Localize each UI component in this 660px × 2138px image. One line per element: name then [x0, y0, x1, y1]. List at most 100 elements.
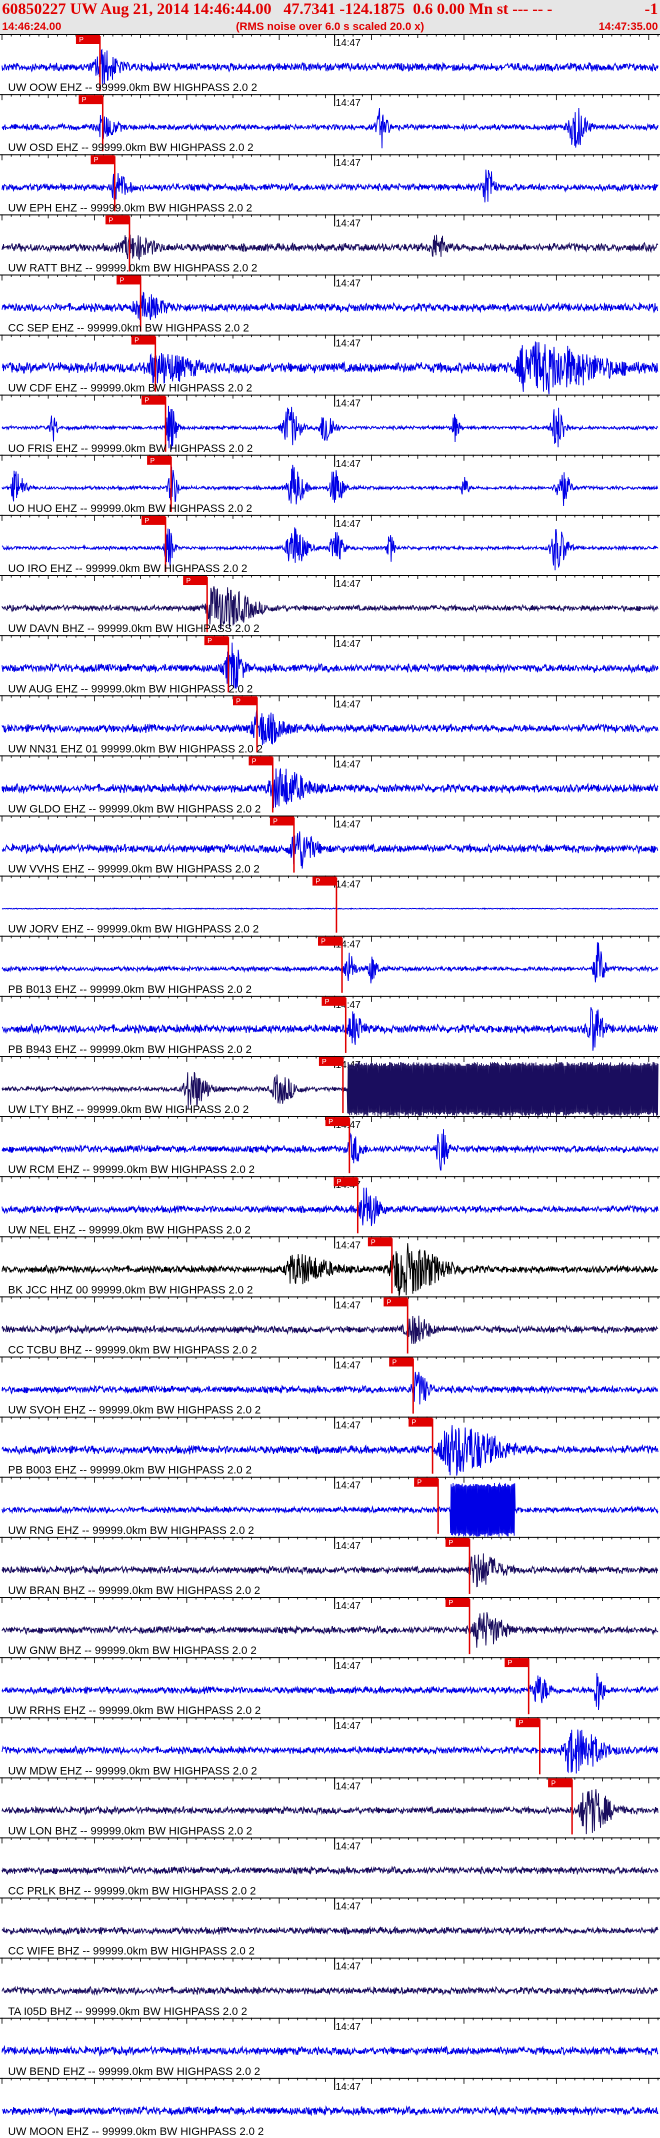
pick-label: P: [79, 37, 84, 44]
trace-label: UW RATT BHZ -- 99999.0km BW HIGHPASS 2.0…: [8, 262, 257, 274]
minute-tick-label: 14:47: [336, 819, 361, 830]
minute-tick-label: 14:47: [336, 1240, 361, 1251]
trace-row: 14:47 P UW CDF EHZ -- 99999.0km BW HIGHPAS…: [0, 334, 660, 395]
trace-label: PB B943 EHZ -- 99999.0km BW HIGHPASS 2.0…: [8, 1044, 252, 1056]
trace-label: UW OSD EHZ -- 99999.0km BW HIGHPASS 2.0 …: [8, 142, 254, 154]
minute-tick-label: 14:47: [336, 519, 361, 530]
minute-tick-label: 14:47: [336, 880, 361, 891]
minute-tick-label: 14:47: [336, 1902, 361, 1913]
minute-tick-label: 14:47: [336, 639, 361, 650]
waveform: [1, 1612, 659, 1648]
pick-label: P: [207, 638, 212, 645]
waveform: [1, 907, 658, 911]
trace-label: UW EPH EHZ -- 99999.0km BW HIGHPASS 2.0 …: [8, 202, 252, 214]
trace-label: UO FRIS EHZ -- 99999.0km BW HIGHPASS 2.0…: [8, 443, 253, 455]
pick-label: P: [325, 999, 330, 1006]
event-title: 60850227 UW Aug 21, 2014 14:46:44.00 47.…: [2, 1, 553, 18]
trace-row: 14:47 P UW DAVN BHZ -- 99999.0km BW HIGHPA…: [0, 575, 660, 635]
event-title-suffix: -1: [644, 1, 658, 18]
trace-row: 14:47 P UO IRO EHZ -- 99999.0km BW HIGHPAS…: [0, 514, 660, 575]
trace-label: UW BEND EHZ -- 99999.0km BW HIGHPASS 2.0…: [8, 2066, 260, 2078]
trace-row: 14:47 P UW NN31 EHZ 01 99999.0km BW HIGHPA…: [0, 695, 660, 755]
minute-tick-label: 14:47: [336, 98, 361, 109]
pick-label: P: [551, 1780, 556, 1787]
minute-tick-label: 14:47: [336, 1601, 361, 1612]
trace-label: CC WIFE BHZ -- 99999.0km BW HIGHPASS 2.0…: [8, 1946, 255, 1958]
trace-label: UW NN31 EHZ 01 99999.0km BW HIGHPASS 2.0…: [8, 743, 263, 755]
pick-label: P: [519, 1720, 524, 1727]
trace-label: UW NEL EHZ -- 99999.0km BW HIGHPASS 2.0 …: [8, 1224, 251, 1236]
trace-row: 14:47PUW LTY BHZ -- 99999.0km BW HIGHPAS…: [0, 1055, 660, 1117]
waveform: [1, 1371, 659, 1405]
pick-label: P: [82, 97, 87, 104]
trace-label: UO IRO EHZ -- 99999.0km BW HIGHPASS 2.0 …: [8, 563, 247, 575]
trace-row: 14:47 P UW BRAN BHZ -- 99999.0km BW HIGHPA…: [0, 1536, 660, 1597]
trace-label: UW OOW EHZ -- 99999.0km BW HIGHPASS 2.0 …: [8, 82, 257, 94]
trace-label: UW RNG EHZ -- 99999.0km BW HIGHPASS 2.0 …: [8, 1525, 254, 1537]
minute-tick-label: 14:47: [336, 1721, 361, 1732]
waveform: [1, 942, 659, 984]
minute-tick-label: 14:47: [336, 1481, 361, 1492]
trace-row: 14:47 P UW OSD EHZ -- 99999.0km BW HIGHPAS…: [0, 94, 660, 154]
pick-label: P: [109, 217, 114, 224]
header-bar: 60850227 UW Aug 21, 2014 14:46:44.00 47.…: [0, 0, 660, 34]
pick-label: P: [134, 338, 139, 345]
trace-label: UW GNW BHZ -- 99999.0km BW HIGHPASS 2.0 …: [8, 1645, 257, 1657]
pick-label: P: [315, 879, 320, 886]
end-time-label: 14:47:35.00: [598, 21, 658, 33]
waveform: [1, 291, 659, 320]
trace-label: UW SVOH EHZ -- 99999.0km BW HIGHPASS 2.0…: [8, 1405, 261, 1417]
trace-label: UW BRAN BHZ -- 99999.0km BW HIGHPASS 2.0…: [8, 1585, 260, 1597]
pick-label: P: [337, 1179, 342, 1186]
minute-tick-label: 14:47: [336, 699, 361, 710]
pick-label: P: [449, 1600, 454, 1607]
minute-tick-label: 14:47: [336, 1421, 361, 1432]
minute-tick-label: 14:47: [336, 1361, 361, 1372]
waveform: [1, 1187, 659, 1227]
trace-row: 14:47 P UW EPH EHZ -- 99999.0km BW HIGHPAS…: [0, 154, 660, 214]
trace-row: 14:47 P UO HUO EHZ -- 99999.0km BW HIGHPAS…: [0, 454, 660, 515]
pick-label: P: [508, 1660, 513, 1667]
trace-label: UW CDF EHZ -- 99999.0km BW HIGHPASS 2.0 …: [8, 383, 252, 395]
minute-tick-label: 14:47: [336, 1841, 361, 1852]
trace-label: PB B013 EHZ -- 99999.0km BW HIGHPASS 2.0…: [8, 984, 252, 996]
trace-label: CC PRLK BHZ -- 99999.0km BW HIGHPASS 2.0…: [8, 1886, 256, 1898]
trace-row: 14:47 P PB B003 EHZ -- 99999.0km BW HIGHPA…: [0, 1416, 660, 1477]
record-section-plot: 14:47 P UW OOW EHZ -- 99999.0km BW HIGHPAS…: [0, 34, 660, 2138]
trace-label: TA I05D BHZ -- 99999.0km BW HIGHPASS 2.0…: [8, 2006, 247, 2018]
waveform: [1, 1865, 659, 1876]
pick-label: P: [120, 277, 125, 284]
trace-label: UW AUG EHZ -- 99999.0km BW HIGHPASS 2.0 …: [8, 683, 253, 695]
trace-row: 14:47 P UW RNG EHZ -- 99999.0km BW HIGHPAS…: [0, 1476, 660, 1537]
trace-label: UW RRHS EHZ -- 99999.0km BW HIGHPASS 2.0…: [8, 1705, 261, 1717]
minute-tick-label: 14:47: [336, 399, 361, 410]
trace-row: 14:47 P UW SVOH EHZ -- 99999.0km BW HIGHPA…: [0, 1356, 660, 1417]
minute-tick-label: 14:47: [336, 1962, 361, 1973]
waveform: [1, 1925, 659, 1936]
minute-tick-label: 14:47: [336, 339, 361, 350]
pick-label: P: [322, 1059, 327, 1066]
trace-row: 14:47 P CC SEP EHZ -- 99999.0km BW HIGHPAS…: [0, 274, 660, 335]
minute-tick-label: 14:47: [336, 1781, 361, 1792]
trace-row: 14:47 P UW VVHS EHZ -- 99999.0km BW HIGHPA…: [0, 815, 660, 876]
trace-row: 14:47 CC PRLK BHZ -- 99999.0km BW HIGHPAS…: [0, 1837, 660, 1898]
pick-label: P: [371, 1239, 376, 1246]
trace-row: 14:47 P CC TCBU BHZ -- 99999.0km BW HIGHPA…: [0, 1296, 660, 1357]
waveform: [1, 1985, 659, 1996]
waveform: [1, 169, 659, 203]
trace-row: 14:47 P UW AUG EHZ -- 99999.0km BW HIGHPAS…: [0, 635, 660, 695]
trace-label: UW LTY BHZ -- 99999.0km BW HIGHPASS 2.0 …: [8, 1104, 249, 1116]
pick-label: P: [145, 398, 150, 405]
trace-label: UW RCM EHZ -- 99999.0km BW HIGHPASS 2.0 …: [8, 1164, 255, 1176]
waveform: [1, 2044, 659, 2057]
waveform: [1, 2105, 659, 2117]
minute-tick-label: 14:47: [336, 38, 361, 49]
trace-label: UW MDW EHZ -- 99999.0km BW HIGHPASS 2.0 …: [8, 1765, 257, 1777]
trace-row: 14:47 P BK JCC HHZ 00 99999.0km BW HIGHPAS…: [0, 1236, 660, 1296]
trace-row: 14:47 P UO FRIS EHZ -- 99999.0km BW HIGHPA…: [0, 394, 660, 455]
rms-subtitle: (RMS noise over 6.0 s scaled 20.0 x): [235, 21, 425, 33]
trace-label: PB B003 EHZ -- 99999.0km BW HIGHPASS 2.0…: [8, 1465, 252, 1477]
pick-label: P: [328, 1119, 333, 1126]
pick-label: P: [150, 458, 155, 465]
minute-tick-label: 14:47: [336, 1300, 361, 1311]
